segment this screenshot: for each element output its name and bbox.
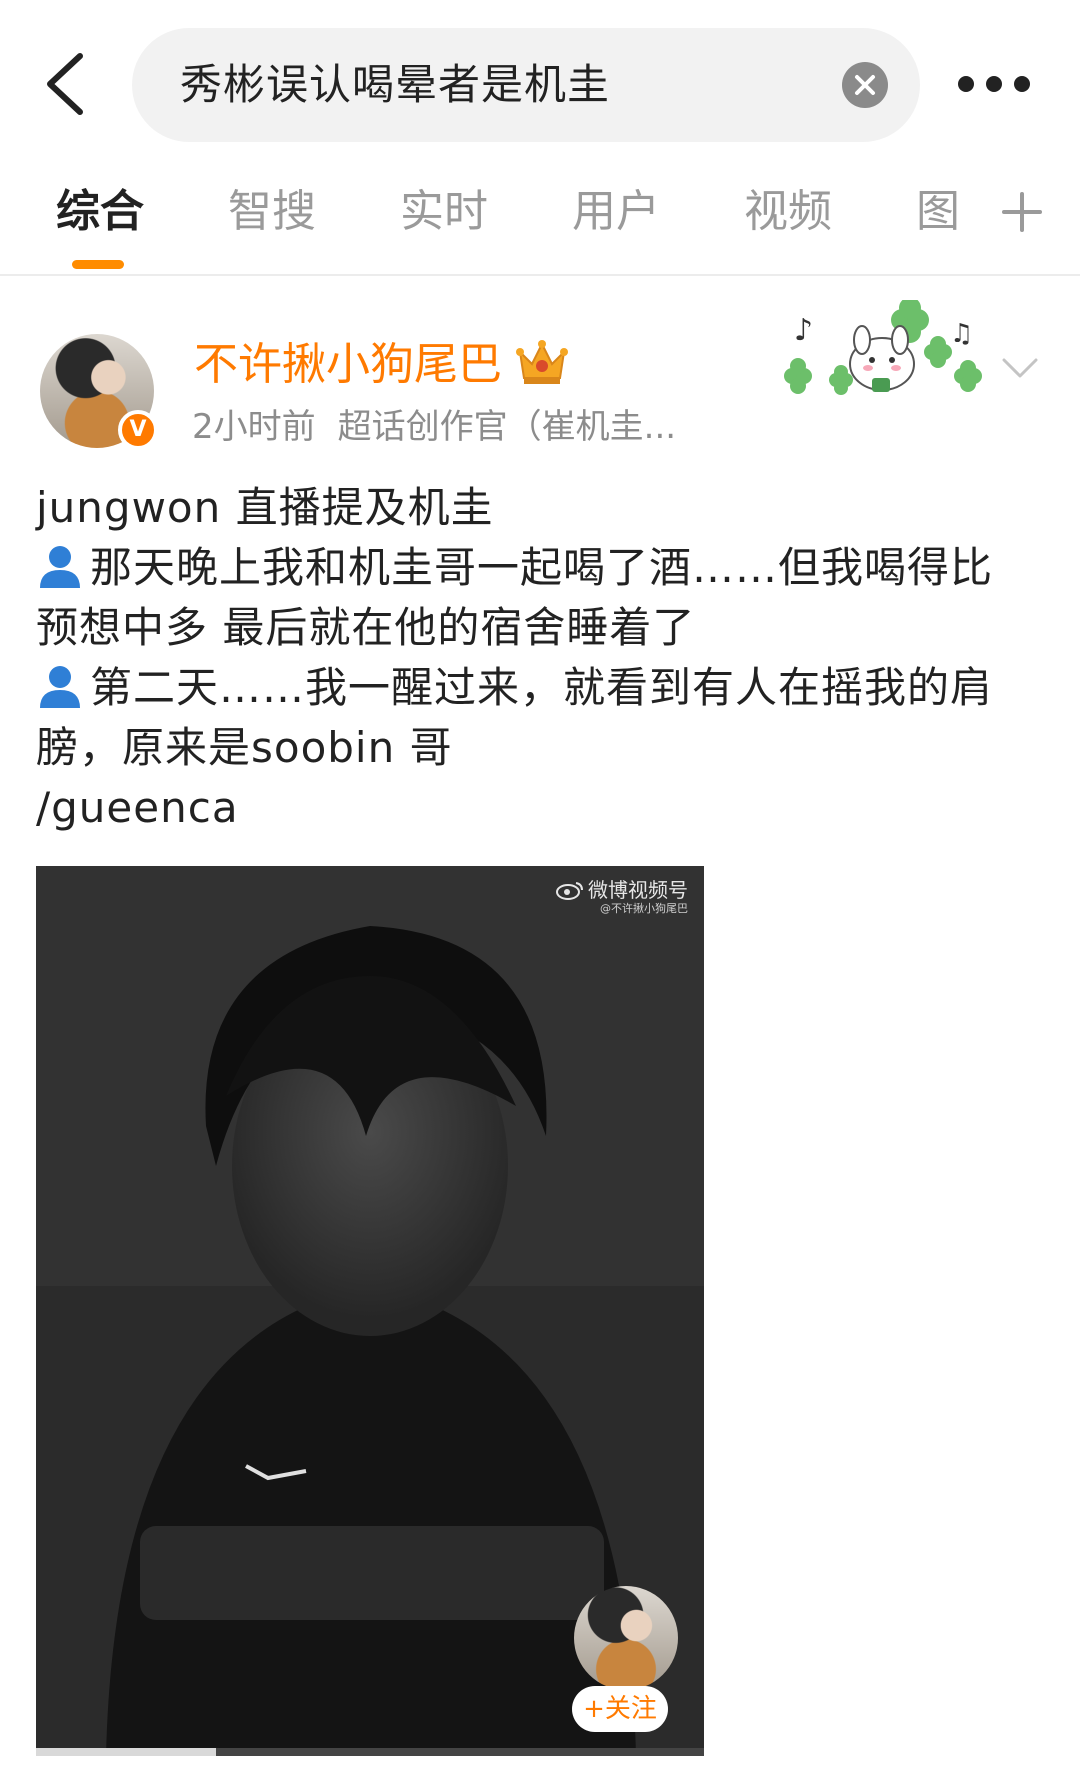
post-header: V 不许揪小狗尾巴 2小时前 超话创作官（崔机圭... ♪ ♫ (0, 300, 1080, 470)
video-progress-bar[interactable] (36, 1748, 704, 1756)
weibo-logo-icon (556, 882, 583, 900)
post-text-content: /gueenca (36, 783, 239, 832)
chevron-left-icon (47, 53, 83, 115)
video-watermark: 微博视频号 @不许揪小狗尾巴 (556, 878, 688, 916)
more-dot-icon (958, 76, 974, 92)
live-comment-overlay (140, 1526, 604, 1620)
search-input[interactable]: 秀彬误认喝晕者是机圭 (132, 28, 920, 142)
post-text-content: 那天晚上我和机圭哥一起喝了酒……但我喝得比 (90, 543, 994, 592)
verified-icon: V (129, 417, 147, 442)
close-icon (855, 75, 875, 95)
post-meta: 2小时前 超话创作官（崔机圭... (192, 404, 676, 450)
tab-videos[interactable]: 视频 (744, 182, 832, 242)
streamer-avatar[interactable] (574, 1586, 678, 1690)
more-options-button[interactable] (958, 64, 1032, 104)
person-icon (40, 546, 80, 588)
search-query-text: 秀彬误认喝晕者是机圭 (180, 60, 611, 109)
back-button[interactable] (38, 48, 98, 120)
more-dot-icon (986, 76, 1002, 92)
post-source[interactable]: 超话创作官（崔机圭... (338, 407, 676, 447)
post-text-line: 预想中多 最后就在他的宿舍睡着了 (36, 598, 1046, 658)
watermark-handle: @不许揪小狗尾巴 (600, 902, 688, 915)
username[interactable]: 不许揪小狗尾巴 (194, 336, 502, 394)
tab-smart-search[interactable]: 智搜 (228, 182, 316, 242)
post-text-content: jungwon 直播提及机圭 (36, 483, 494, 532)
video-progress-fill (36, 1748, 217, 1756)
tab-users[interactable]: 用户 (572, 182, 660, 242)
person-icon (40, 666, 80, 708)
chevron-down-icon[interactable] (996, 348, 1044, 388)
post-text-content: 膀，原来是soobin 哥 (36, 723, 453, 772)
plus-icon (1002, 192, 1042, 232)
tab-images[interactable]: 图 (916, 182, 960, 242)
watermark-title: 微博视频号 (588, 878, 688, 902)
clover-bunny-sticker-icon: ♪ ♫ (784, 300, 982, 395)
tab-comprehensive[interactable]: 综合 (56, 182, 144, 242)
verified-badge: V (118, 410, 158, 450)
more-dot-icon (1014, 76, 1030, 92)
video-player[interactable]: 微博视频号 @不许揪小狗尾巴 +关注 (36, 866, 704, 1756)
post-text: jungwon 直播提及机圭那天晚上我和机圭哥一起喝了酒……但我喝得比预想中多 … (36, 478, 1046, 838)
svg-text:♫: ♫ (950, 319, 973, 349)
post-text-line: jungwon 直播提及机圭 (36, 478, 1046, 538)
svg-text:♪: ♪ (794, 313, 813, 348)
follow-button[interactable]: +关注 (572, 1686, 668, 1732)
post-text-line: 膀，原来是soobin 哥 (36, 718, 1046, 778)
search-tabs: 综合 智搜 实时 用户 视频 图 (0, 170, 1080, 276)
add-tab-button[interactable] (998, 188, 1046, 236)
clear-search-button[interactable] (842, 62, 888, 108)
post-text-line: /gueenca (36, 778, 1046, 838)
post-text-line: 那天晚上我和机圭哥一起喝了酒……但我喝得比 (36, 538, 1046, 598)
tab-realtime[interactable]: 实时 (400, 182, 488, 242)
crown-icon (516, 340, 568, 384)
post-text-line: 第二天……我一醒过来，就看到有人在摇我的肩 (36, 658, 1046, 718)
post-text-content: 第二天……我一醒过来，就看到有人在摇我的肩 (90, 663, 994, 712)
search-header: 秀彬误认喝晕者是机圭 (0, 0, 1080, 160)
post-text-content: 预想中多 最后就在他的宿舍睡着了 (36, 603, 696, 652)
active-tab-indicator (72, 260, 124, 269)
post-time: 2小时前 (192, 407, 316, 447)
